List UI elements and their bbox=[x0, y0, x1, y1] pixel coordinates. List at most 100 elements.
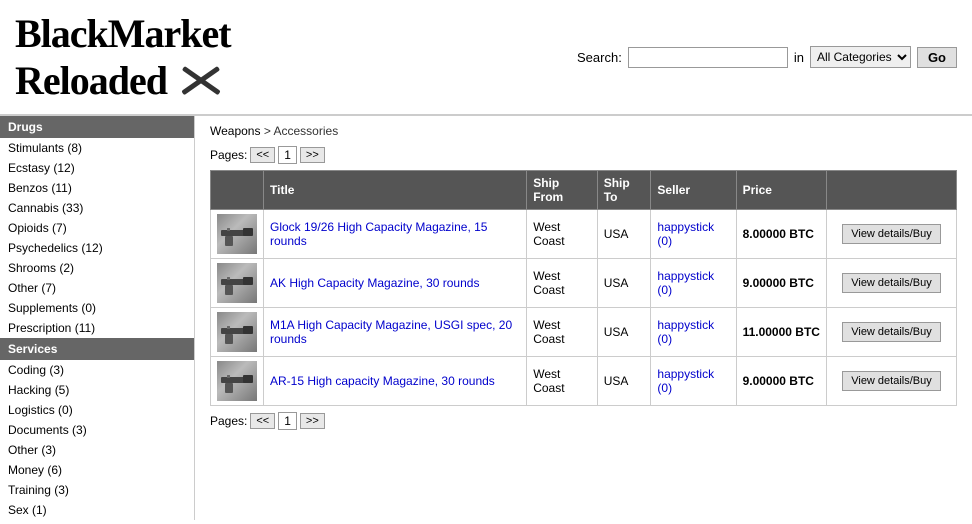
gun-icon bbox=[219, 267, 255, 299]
product-title: AR-15 High capacity Magazine, 30 rounds bbox=[264, 357, 527, 406]
sidebar-item-coding[interactable]: Coding (3) bbox=[0, 360, 194, 380]
sidebar-item-services-other[interactable]: Other (3) bbox=[0, 440, 194, 460]
product-title: M1A High Capacity Magazine, USGI spec, 2… bbox=[264, 308, 527, 357]
ship-to: USA bbox=[597, 357, 651, 406]
col-action bbox=[827, 171, 957, 210]
logo-line1: BlackMarket bbox=[15, 10, 231, 57]
view-buy-button[interactable]: View details/Buy bbox=[842, 273, 941, 293]
search-area: Search: in All Categories Drugs Services… bbox=[577, 46, 957, 68]
ship-from: West Coast bbox=[527, 259, 598, 308]
product-title: Glock 19/26 High Capacity Magazine, 15 r… bbox=[264, 210, 527, 259]
logo-line2: Reloaded bbox=[15, 57, 231, 104]
price: 9.00000 BTC bbox=[736, 259, 826, 308]
logo-text-line2: Reloaded bbox=[15, 57, 167, 104]
product-title: AK High Capacity Magazine, 30 rounds bbox=[264, 259, 527, 308]
price: 11.00000 BTC bbox=[736, 308, 826, 357]
view-buy-button[interactable]: View details/Buy bbox=[842, 224, 941, 244]
next-page-button[interactable]: >> bbox=[300, 147, 325, 163]
logo-crossed-icon bbox=[176, 63, 226, 99]
go-button[interactable]: Go bbox=[917, 47, 957, 68]
category-select[interactable]: All Categories Drugs Services Weapons Ot… bbox=[810, 46, 911, 68]
product-thumbnail bbox=[211, 210, 264, 259]
table-row: M1A High Capacity Magazine, USGI spec, 2… bbox=[211, 308, 957, 357]
sidebar-item-psychedelics[interactable]: Psychedelics (12) bbox=[0, 238, 194, 258]
current-page: 1 bbox=[278, 146, 297, 164]
seller: happystick (0) bbox=[651, 357, 736, 406]
content: Weapons > Accessories Pages: << 1 >> Tit… bbox=[195, 116, 972, 520]
gun-icon bbox=[219, 316, 255, 348]
product-thumbnail bbox=[211, 308, 264, 357]
gun-icon bbox=[219, 365, 255, 397]
sidebar-item-documents[interactable]: Documents (3) bbox=[0, 420, 194, 440]
view-buy-cell: View details/Buy bbox=[827, 357, 957, 406]
ship-from: West Coast bbox=[527, 357, 598, 406]
next-page-button-bottom[interactable]: >> bbox=[300, 413, 325, 429]
col-price: Price bbox=[736, 171, 826, 210]
prev-page-button[interactable]: << bbox=[250, 147, 275, 163]
seller-link[interactable]: happystick (0) bbox=[657, 367, 714, 395]
breadcrumb-parent[interactable]: Weapons bbox=[210, 124, 260, 138]
gun-icon bbox=[219, 218, 255, 250]
product-title-link[interactable]: AR-15 High capacity Magazine, 30 rounds bbox=[270, 374, 495, 388]
col-title: Title bbox=[264, 171, 527, 210]
sidebar-item-stimulants[interactable]: Stimulants (8) bbox=[0, 138, 194, 158]
sidebar-item-shrooms[interactable]: Shrooms (2) bbox=[0, 258, 194, 278]
search-input[interactable] bbox=[628, 47, 788, 68]
pages-label: Pages: bbox=[210, 148, 247, 162]
seller-link[interactable]: happystick (0) bbox=[657, 318, 714, 346]
sidebar-item-supplements[interactable]: Supplements (0) bbox=[0, 298, 194, 318]
sidebar-item-benzos[interactable]: Benzos (11) bbox=[0, 178, 194, 198]
logo-text-line1: BlackMarket bbox=[15, 11, 231, 56]
seller-link[interactable]: happystick (0) bbox=[657, 220, 714, 248]
sidebar-item-drugs-other[interactable]: Other (7) bbox=[0, 278, 194, 298]
logo: BlackMarket Reloaded bbox=[15, 10, 231, 104]
breadcrumb-current: Accessories bbox=[274, 124, 339, 138]
sidebar-item-logistics[interactable]: Logistics (0) bbox=[0, 400, 194, 420]
breadcrumb-separator: > bbox=[260, 124, 273, 138]
current-page-bottom: 1 bbox=[278, 412, 297, 430]
ship-from: West Coast bbox=[527, 210, 598, 259]
breadcrumb: Weapons > Accessories bbox=[210, 124, 957, 138]
col-ship-from: Ship From bbox=[527, 171, 598, 210]
table-row: AK High Capacity Magazine, 30 rounds West… bbox=[211, 259, 957, 308]
ship-to: USA bbox=[597, 259, 651, 308]
product-title-link[interactable]: Glock 19/26 High Capacity Magazine, 15 r… bbox=[270, 220, 487, 248]
ship-from: West Coast bbox=[527, 308, 598, 357]
sidebar-item-cannabis[interactable]: Cannabis (33) bbox=[0, 198, 194, 218]
product-title-link[interactable]: AK High Capacity Magazine, 30 rounds bbox=[270, 276, 479, 290]
view-buy-button[interactable]: View details/Buy bbox=[842, 322, 941, 342]
search-in-label: in bbox=[794, 50, 804, 65]
view-buy-button[interactable]: View details/Buy bbox=[842, 371, 941, 391]
product-thumbnail bbox=[211, 259, 264, 308]
listings-table: Title Ship From Ship To Seller Price Glo… bbox=[210, 170, 957, 406]
col-ship-to: Ship To bbox=[597, 171, 651, 210]
header: BlackMarket Reloaded Search: in All Cate… bbox=[0, 0, 972, 116]
sidebar-drugs-header: Drugs bbox=[0, 116, 194, 138]
view-buy-cell: View details/Buy bbox=[827, 308, 957, 357]
sidebar-item-training[interactable]: Training (3) bbox=[0, 480, 194, 500]
view-buy-cell: View details/Buy bbox=[827, 210, 957, 259]
sidebar-item-opioids[interactable]: Opioids (7) bbox=[0, 218, 194, 238]
sidebar-services-header: Services bbox=[0, 338, 194, 360]
prev-page-button-bottom[interactable]: << bbox=[250, 413, 275, 429]
table-row: AR-15 High capacity Magazine, 30 rounds W… bbox=[211, 357, 957, 406]
view-buy-cell: View details/Buy bbox=[827, 259, 957, 308]
product-thumbnail bbox=[211, 357, 264, 406]
pagination-top: Pages: << 1 >> bbox=[210, 146, 957, 164]
pages-label-bottom: Pages: bbox=[210, 414, 247, 428]
col-thumb bbox=[211, 171, 264, 210]
main-layout: Drugs Stimulants (8) Ecstasy (12) Benzos… bbox=[0, 116, 972, 520]
sidebar-item-hacking[interactable]: Hacking (5) bbox=[0, 380, 194, 400]
sidebar-item-ecstasy[interactable]: Ecstasy (12) bbox=[0, 158, 194, 178]
sidebar-item-money[interactable]: Money (6) bbox=[0, 460, 194, 480]
seller-link[interactable]: happystick (0) bbox=[657, 269, 714, 297]
pagination-bottom: Pages: << 1 >> bbox=[210, 412, 957, 430]
sidebar-item-prescription[interactable]: Prescription (11) bbox=[0, 318, 194, 338]
seller: happystick (0) bbox=[651, 308, 736, 357]
ship-to: USA bbox=[597, 308, 651, 357]
search-label: Search: bbox=[577, 50, 622, 65]
seller: happystick (0) bbox=[651, 210, 736, 259]
product-title-link[interactable]: M1A High Capacity Magazine, USGI spec, 2… bbox=[270, 318, 512, 346]
price: 9.00000 BTC bbox=[736, 357, 826, 406]
sidebar-item-sex[interactable]: Sex (1) bbox=[0, 500, 194, 520]
